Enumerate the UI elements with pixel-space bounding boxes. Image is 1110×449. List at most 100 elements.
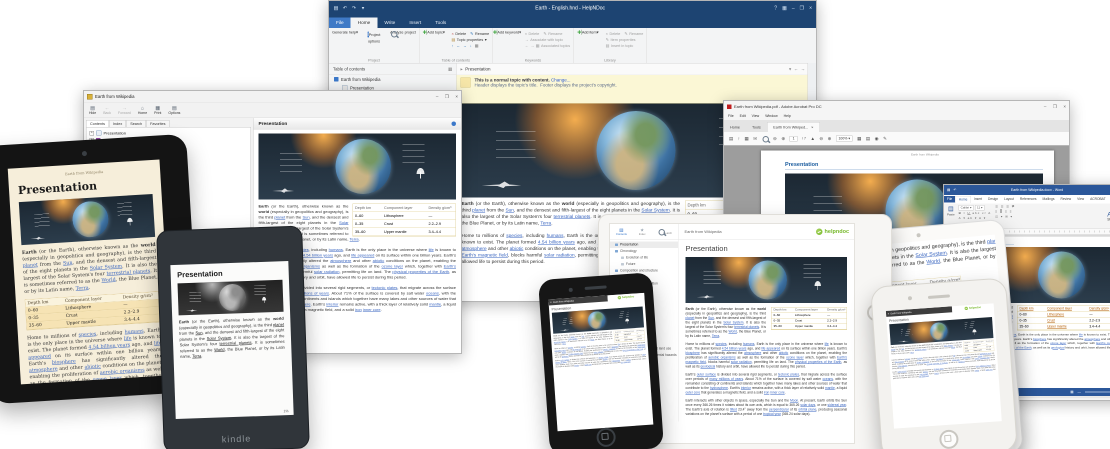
help-icon[interactable] [774,5,777,11]
ribbon-tab[interactable]: Home [955,196,971,203]
menu-icon[interactable] [550,301,551,304]
nav-tab-contents[interactable]: Contents [616,227,627,236]
close-button[interactable] [1063,104,1066,109]
breadcrumb[interactable]: Presentation [465,67,490,72]
close-tab-icon[interactable] [811,125,813,130]
zoom-out-icon[interactable]: ⊖ [819,136,823,142]
save-icon[interactable] [947,188,950,192]
add-topic-button[interactable]: Add topic [423,30,449,57]
print-button[interactable]: Print [154,105,161,115]
tab-file[interactable]: File [329,18,351,29]
tab-contents[interactable]: Contents [86,120,109,127]
menu-item[interactable]: Window [765,114,777,118]
nav-forward-icon[interactable] [801,67,806,72]
menu-item[interactable]: Help [784,114,791,118]
save-icon[interactable]: ▤ [333,5,339,11]
paste-icon[interactable] [948,205,954,212]
nav-back-icon[interactable] [794,67,799,72]
pin-icon[interactable] [448,66,452,72]
zoom-minus[interactable]: — [1078,390,1082,394]
fit-width-icon[interactable] [857,136,861,142]
nav-tab-search[interactable]: Search [657,228,672,235]
tab-search[interactable]: Search [126,120,146,127]
prev-page-icon[interactable]: ⊖ [773,136,777,142]
zoom-in-icon[interactable]: ⊕ [828,136,832,142]
topic-properties-button[interactable]: Topic properties [452,38,487,43]
rename-keyword-button[interactable]: Rename [543,32,562,37]
minimize-button[interactable] [436,94,439,99]
layout-icon[interactable] [782,5,787,11]
ribbon-tab[interactable]: ACROBAT [1087,196,1108,203]
generate-help-button[interactable]: Generate help [332,30,358,57]
toc-item[interactable]: Earth from Wikipedia [329,75,456,84]
tab-index[interactable]: Index [109,120,126,127]
delete-topic-button[interactable]: Delete [452,32,467,37]
font-format-buttons[interactable]: B I U abc x² A [959,212,992,215]
minimize-button[interactable] [792,5,795,11]
analyze-project-button[interactable]: Analyze project [390,30,416,57]
search-icon[interactable] [762,135,769,142]
rename-topic-button[interactable]: Rename [470,32,489,37]
nav-tab-index[interactable]: Index [639,227,646,236]
menu-item[interactable]: View [752,114,760,118]
ribbon-tab[interactable]: Insert [971,196,985,203]
minimize-button[interactable] [1044,104,1047,109]
menu-icon[interactable] [888,312,889,315]
tab-write[interactable]: Write [377,18,402,29]
view-icons[interactable] [1070,390,1073,394]
associate-with-topic-button[interactable]: Associate with topic [525,38,563,43]
comment-icon[interactable]: ◉ [875,136,879,142]
tab-favorites[interactable]: Favorites [146,120,169,127]
menu-item[interactable]: File [728,114,734,118]
page-number-box[interactable]: 1 [790,136,798,142]
mail-icon[interactable]: ✉ [753,136,757,142]
home-button[interactable]: Home [138,105,147,115]
ribbon-tab[interactable]: View [1074,196,1087,203]
close-button[interactable] [809,5,812,11]
paste-button[interactable]: Paste [947,214,955,217]
insert-in-topic-button[interactable]: Insert in topic [606,44,634,49]
home-button[interactable] [596,427,616,447]
sync-icon[interactable] [452,121,457,126]
ribbon-tab[interactable]: Review [1057,196,1074,203]
add-item-button[interactable]: Add item [577,30,603,57]
editor-dropdown-icon[interactable] [789,66,791,72]
redo-icon[interactable]: ↷ [351,5,357,11]
font-size-box[interactable]: 11 ▾ [975,205,984,211]
next-page-icon[interactable]: ⊕ [781,136,785,142]
zoom-slider[interactable] [1085,392,1110,393]
tab-tools[interactable]: Tools [746,123,767,133]
move-right-icon[interactable] [463,44,467,49]
forward-button[interactable]: Forward [118,105,131,115]
font-name-box[interactable]: Calibri ▾ [959,205,974,211]
save-icon[interactable] [729,136,733,142]
rename-item-button[interactable]: Rename [624,32,643,37]
list-buttons[interactable]: ☰ ☰ ☰ ⇄ [995,205,1015,209]
item-properties-button[interactable]: Item properties [606,38,636,43]
helpndoc-logo[interactable]: helpndoc [816,228,854,235]
highlight-icon[interactable] [883,136,887,142]
home-button[interactable] [939,429,959,449]
ribbon-tab[interactable]: Mailings [1040,196,1058,203]
shading-buttons[interactable]: ◫ ▾ ⊞ ▾ [995,215,1015,219]
document-tab[interactable]: Earth from Wikiped... [767,122,820,132]
move-up-icon[interactable] [452,44,454,49]
add-keyword-button[interactable]: Add keyword [496,30,522,57]
ribbon-tab[interactable]: File [944,196,955,203]
align-buttons[interactable]: ≡ ≣ ≡ ≡ [995,210,1015,214]
sort-icon[interactable] [475,44,479,49]
maximize-button[interactable] [1053,104,1057,110]
maximize-button[interactable] [800,5,804,11]
hide-button[interactable]: Hide [89,105,96,115]
zoom-level[interactable]: 100% ▾ [836,136,853,142]
maximize-button[interactable] [445,94,449,100]
fit-page-icon[interactable] [866,136,870,142]
menu-item[interactable]: Edit [740,114,746,118]
pointer-icon[interactable]: ▲ [810,136,814,141]
associated-topics-button[interactable]: Associated topics [525,44,570,49]
project-options-button[interactable]: iProject options [361,30,387,57]
options-button[interactable]: Options [168,105,180,115]
undo-icon[interactable]: ↶ [342,5,348,11]
print-icon[interactable] [745,136,749,142]
tab-home[interactable]: Home [351,18,378,29]
